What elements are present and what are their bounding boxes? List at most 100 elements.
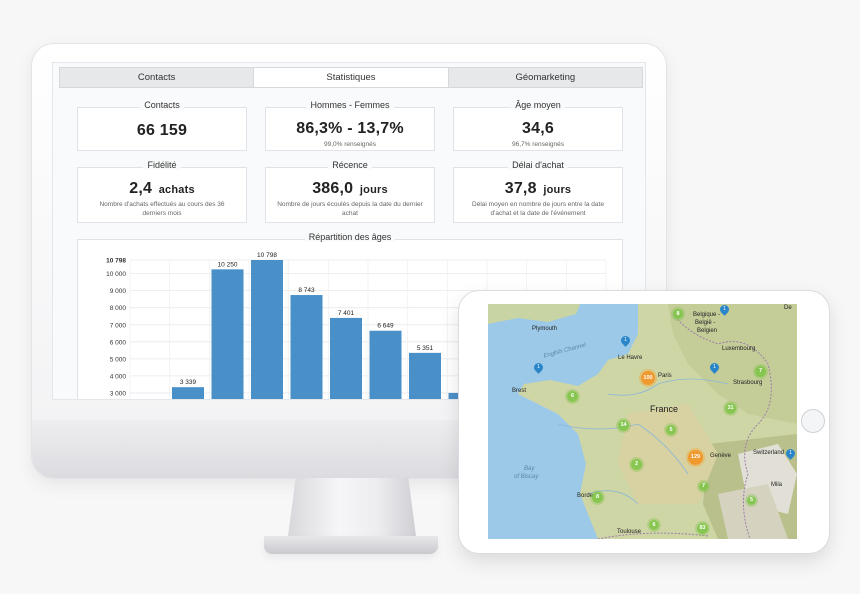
chart-bar[interactable]: [330, 317, 362, 400]
tab-statistiques[interactable]: Statistiques: [253, 68, 449, 87]
map-label-toulouse: Toulouse: [617, 529, 642, 535]
map-pin-count: 1: [723, 306, 726, 312]
chart-y-tick-label: 8 000: [110, 305, 127, 312]
kpi-title: Hommes - Femmes: [306, 100, 394, 110]
map-pin-count: 1: [537, 364, 540, 370]
kpi-card-gender: Hommes - Femmes 86,3% - 13,7% 99,0% rens…: [265, 100, 435, 151]
kpi-subtitle: Délai moyen en nombre de jours entre la …: [472, 201, 604, 217]
kpi-subtitle: Nombre d'achats effectués au cours des 3…: [99, 201, 225, 217]
map-label-strasbourg: Strasbourg: [733, 380, 763, 386]
chart-bar-value-label: 8 743: [298, 287, 315, 294]
map-cluster-marker[interactable]: 31: [725, 403, 736, 414]
chart-y-tick-label: 10 000: [106, 271, 126, 278]
chart-bar[interactable]: [290, 295, 323, 400]
chart-y-tick-label: 10 798: [106, 258, 126, 265]
map-cluster-marker[interactable]: 129: [688, 450, 703, 465]
map-label-switzerland: Switzerland: [753, 450, 785, 456]
kpi-value: 66 159: [136, 122, 188, 139]
kpi-card-contacts: Contacts 66 159: [77, 100, 247, 151]
monitor-stand-neck: [288, 478, 416, 536]
tablet-frame: France Belgique - België - Belgien Luxem…: [459, 291, 829, 553]
chart-y-tick-label: 3 000: [110, 390, 127, 397]
chart-y-tick-label: 4 000: [110, 373, 127, 380]
chart-y-tick-label: 5 000: [110, 356, 127, 363]
kpi-card-fidelite: Fidélité 2,4 achats Nombre d'achats effe…: [77, 160, 247, 223]
tab-geomarketing[interactable]: Géomarketing: [449, 68, 642, 87]
map-label-belgie: België -: [695, 320, 716, 326]
kpi-subtitle: 99,0% renseignés: [323, 141, 377, 148]
kpi-title: Âge moyen: [511, 100, 565, 110]
kpi-title: Contacts: [140, 100, 184, 110]
kpi-unit: jours: [359, 184, 388, 196]
tab-bar: Contacts Statistiques Géomarketing: [59, 67, 643, 88]
map-cluster-marker[interactable]: 100: [641, 371, 655, 385]
kpi-card-delai: Délai d'achat 37,8 jours Délai moyen en …: [453, 160, 623, 223]
map-label-le-havre: Le Havre: [618, 355, 643, 361]
chart-bar-value-label: 10 798: [257, 252, 277, 259]
map-cluster-marker[interactable]: 5: [747, 496, 756, 505]
chart-bar-value-label: 7 401: [338, 310, 355, 317]
kpi-title: Fidélité: [143, 160, 181, 170]
map-pin-marker[interactable]: 1: [532, 361, 545, 374]
map-cluster-marker[interactable]: 6: [567, 391, 578, 402]
map-pin-marker[interactable]: 1: [784, 447, 797, 460]
map-cluster-marker[interactable]: 7: [699, 482, 708, 491]
map-cluster-marker[interactable]: 8: [673, 309, 683, 319]
map-label-deu: De: [784, 305, 792, 311]
chart-y-tick-label: 7 000: [110, 322, 127, 329]
map-cluster-marker[interactable]: 2: [631, 459, 642, 470]
kpi-value: 86,3% - 13,7%: [296, 120, 404, 137]
chart-y-tick-label: 9 000: [110, 288, 127, 295]
chart-bar-value-label: 3 339: [180, 379, 197, 386]
kpi-value: 2,4: [129, 180, 153, 197]
chart-bar-value-label: 6 649: [377, 323, 394, 330]
map-label-geneve: Genève: [710, 453, 732, 459]
map-cluster-marker[interactable]: 83: [697, 523, 708, 534]
map-pin-count: 1: [624, 337, 627, 343]
map-cluster-marker[interactable]: 6: [649, 520, 659, 530]
map-cluster-marker[interactable]: 8: [592, 492, 603, 503]
map-label-paris: Paris: [658, 373, 672, 379]
chart-bar[interactable]: [211, 269, 244, 400]
kpi-title: Récence: [328, 160, 372, 170]
kpi-card-recence: Récence 386,0 jours Nombre de jours écou…: [265, 160, 435, 223]
map-pin-count: 1: [713, 364, 716, 370]
kpi-value: 386,0: [312, 180, 354, 197]
map-label-luxembourg: Luxembourg: [722, 346, 756, 352]
tablet-home-button[interactable]: [801, 409, 825, 433]
kpi-subtitle: Nombre de jours écoulés depuis la date d…: [277, 201, 423, 217]
kpi-unit: jours: [543, 184, 572, 196]
kpi-value: 37,8: [504, 180, 537, 197]
map-label-italia: Mila: [771, 482, 783, 488]
chart-bar[interactable]: [448, 392, 459, 400]
map-label-biscay: of Biscay: [514, 474, 539, 480]
map-label-country: France: [650, 404, 679, 414]
kpi-title: Délai d'achat: [508, 160, 568, 170]
map-label-belgien: Belgien: [697, 328, 718, 334]
map-pin-marker[interactable]: 1: [708, 361, 721, 374]
map-cluster-marker[interactable]: 7: [755, 366, 766, 377]
chart-bar[interactable]: [251, 260, 283, 400]
map-label-bordeaux: Borde: [577, 493, 594, 499]
kpi-unit: achats: [158, 184, 195, 196]
map-label-bay: Bay: [524, 466, 535, 472]
map-cluster-marker[interactable]: 14: [618, 420, 629, 431]
map-label-brest: Brest: [512, 388, 527, 394]
kpi-subtitle: 96,7% renseignés: [511, 141, 565, 148]
map-pin-marker[interactable]: 1: [619, 334, 632, 347]
chart-bar-value-label: 10 250: [218, 261, 238, 268]
chart-y-tick-label: 6 000: [110, 339, 127, 346]
chart-bar[interactable]: [409, 352, 441, 400]
map-pin-count: 1: [789, 450, 792, 456]
kpi-card-age: Âge moyen 34,6 96,7% renseignés: [453, 100, 623, 151]
chart-bar-value-label: 5 351: [417, 345, 434, 352]
map-label-plymouth: Plymouth: [532, 326, 558, 332]
chart-bar[interactable]: [172, 387, 204, 400]
monitor-stand-base: [264, 536, 438, 554]
geomarketing-map[interactable]: France Belgique - België - Belgien Luxem…: [488, 304, 797, 539]
tab-contacts[interactable]: Contacts: [60, 68, 253, 87]
map-cluster-marker[interactable]: 5: [666, 425, 676, 435]
map-label-belgique: Belgique -: [693, 312, 721, 318]
kpi-value: 34,6: [522, 120, 554, 137]
chart-bar[interactable]: [369, 330, 402, 400]
